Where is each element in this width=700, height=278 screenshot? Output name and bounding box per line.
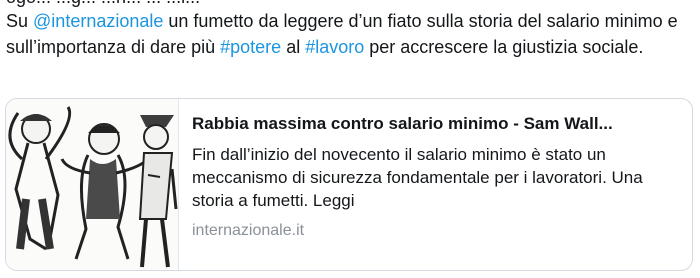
hashtag-link-lavoro[interactable]: #lavoro: [305, 37, 364, 57]
card-title[interactable]: Rabbia massima contro salario minimo - S…: [192, 113, 682, 135]
card-body: Rabbia massima contro salario minimo - S…: [192, 113, 682, 242]
hashtag-link-potere[interactable]: #potere: [220, 37, 281, 57]
tweet-text-part-2: al: [281, 37, 306, 57]
clipped-previous-line: ogo... ...g... ...n... ... ...l...: [6, 0, 200, 8]
tweet-text: Su @internazionale un fumetto da leggere…: [6, 8, 686, 60]
tweet-text-part-3: per accrescere la giustizia sociale.: [364, 37, 644, 57]
card-description: Fin dall’inizio del novecento il salario…: [192, 145, 643, 210]
comic-illustration-icon: [6, 99, 178, 270]
card-image: [6, 99, 179, 270]
mention-link-internazionale[interactable]: @internazionale: [33, 11, 163, 31]
link-preview-card[interactable]: Rabbia massima contro salario minimo - S…: [5, 98, 693, 271]
card-domain[interactable]: internazionale.it: [192, 220, 682, 242]
tweet-text-prefix: Su: [6, 11, 34, 31]
